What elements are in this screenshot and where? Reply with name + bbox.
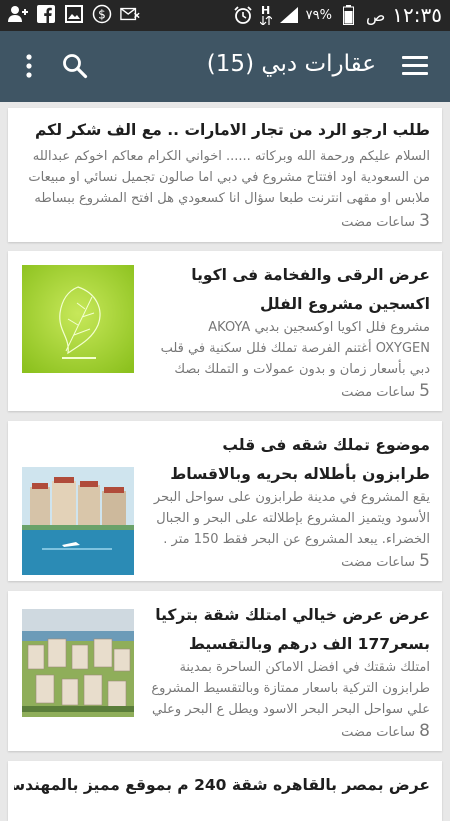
network-icon: H — [259, 4, 272, 25]
add-user-icon — [8, 4, 28, 24]
post-excerpt: امتلك شقتك في افضل الاماكن الساحرة بمدين… — [151, 660, 430, 717]
post-thumbnail — [22, 609, 134, 717]
post-thumbnail — [22, 265, 134, 373]
clock: ١٢:٣٥ — [392, 3, 442, 27]
alarm-icon — [233, 5, 253, 25]
gallery-icon — [64, 4, 84, 24]
post-time: 5 ساعات مضت — [341, 551, 430, 571]
battery-icon — [339, 5, 359, 25]
page-title: عقارات دبي (15) — [206, 51, 376, 77]
am-pm: ص — [365, 5, 386, 25]
hamburger-icon-bar — [402, 72, 428, 75]
post-title: عرض عرض خيالي امتلك شقة بتركيا بسعر177 ا… — [155, 606, 430, 653]
post-card[interactable]: موضوع تملك شقه فى قلب طرابزون بأطلاله بح… — [8, 421, 442, 581]
network-type: H — [261, 4, 271, 17]
post-time: 3 ساعات مضت — [341, 211, 430, 231]
more-vert-icon — [26, 54, 32, 78]
menu-button[interactable] — [402, 56, 428, 76]
search-button[interactable] — [62, 53, 88, 79]
post-title: عرض الرقى والفخامة فى اكويا اكسجين مشروع… — [191, 266, 430, 313]
post-card[interactable]: عرض عرض خيالي امتلك شقة بتركيا بسعر177 ا… — [8, 591, 442, 751]
sync-icon: $ — [92, 4, 112, 24]
post-excerpt: السلام عليكم ورحمة الله وبركاته ...... ا… — [28, 149, 430, 206]
post-card[interactable]: عرض بمصر بالقاهره شقة 240 م بموقع مميز ب… — [8, 761, 442, 821]
post-excerpt: يقع المشروع في مدينة طرابزون على سواحل ا… — [153, 490, 430, 547]
post-thumbnail — [22, 467, 134, 575]
no-email-icon — [120, 4, 140, 24]
app-bar: عقارات دبي (15) — [0, 31, 450, 102]
post-title: طلب ارجو الرد من تجار الامارات .. مع الف… — [35, 121, 430, 139]
svg-text:$: $ — [98, 8, 106, 22]
post-card[interactable]: طلب ارجو الرد من تجار الامارات .. مع الف… — [8, 108, 442, 242]
post-excerpt: مشروع فلل اكويا اوكسجين بدبي AKOYA OXYGE… — [160, 320, 430, 377]
search-icon — [63, 54, 88, 79]
post-title: موضوع تملك شقه فى قلب طرابزون بأطلاله بح… — [170, 436, 430, 483]
post-time: 5 ساعات مضت — [341, 381, 430, 401]
post-card[interactable]: عرض الرقى والفخامة فى اكويا اكسجين مشروع… — [8, 251, 442, 411]
signal-icon — [279, 5, 299, 25]
status-bar: $ H ٧٩% ص ١٢:٣٥ — [0, 0, 450, 31]
post-time: 8 ساعات مضت — [341, 721, 430, 741]
post-title: عرض بمصر بالقاهره شقة 240 م بموقع مميز ب… — [14, 776, 430, 794]
battery-level: ٧٩% — [305, 7, 332, 23]
facebook-icon — [36, 4, 56, 24]
hamburger-icon-bar — [402, 64, 428, 67]
hamburger-icon-bar — [402, 56, 428, 59]
more-options-button[interactable] — [22, 53, 36, 79]
